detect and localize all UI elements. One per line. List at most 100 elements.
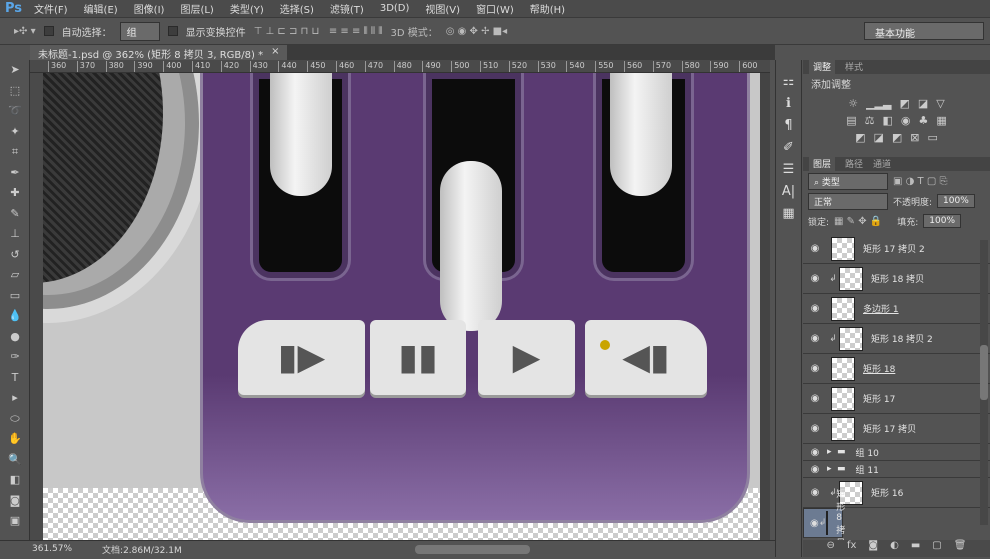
layer-row[interactable]: ◉ 矩形 17 [803,384,990,414]
screen-mode-icon[interactable]: ▣ [0,511,30,532]
history-brush-icon[interactable]: ↺ [0,245,30,266]
vertical-scrollbar[interactable] [760,73,770,540]
marquee-tool-icon[interactable]: ⬚ [0,81,30,102]
menu-file[interactable]: 文件(F) [34,1,68,16]
visibility-eye-icon[interactable]: ◉ [803,447,827,458]
shape-tool-icon[interactable]: ⬭ [0,409,30,430]
menu-filter[interactable]: 滤镜(T) [330,1,364,16]
layer-row[interactable]: ◉ 矩形 18 [803,354,990,384]
horizontal-scrollbar[interactable] [415,545,530,554]
stamp-tool-icon[interactable]: ⊥ [0,224,30,245]
visibility-eye-icon[interactable]: ◉ [803,487,827,498]
adjustment-icons-row[interactable]: ◩ ◪ ◩ ⊠ ▭ [803,131,990,144]
magic-wand-icon[interactable]: ✦ [0,122,30,143]
visibility-eye-icon[interactable]: ◉ [803,393,827,404]
layers-scrollbar-thumb[interactable] [980,345,988,400]
adjustment-layer-icon[interactable]: ◐ [890,540,899,557]
adjustment-icons-row[interactable]: ☼ ▁▂▃ ◩ ◪ ▽ [803,97,990,110]
menu-type[interactable]: 类型(Y) [230,1,264,16]
menu-image[interactable]: 图像(I) [134,1,165,16]
tab-layers[interactable]: 图层 [809,157,836,171]
menu-help[interactable]: 帮助(H) [530,1,565,16]
expand-arrow-icon[interactable]: ▸ [827,464,837,474]
visibility-eye-icon[interactable]: ◉ [803,464,827,475]
eyedropper-icon[interactable]: ✒ [0,163,30,184]
fill-input[interactable]: 100% [923,214,962,228]
layer-row[interactable]: ◉ ↲ 矩形 18 拷贝 [803,264,990,294]
fx-icon[interactable]: fx [847,540,856,557]
visibility-eye-icon[interactable]: ◉ [803,243,827,254]
link-layers-icon[interactable]: ⊖ [827,540,835,557]
layer-row[interactable]: ◉ ↲ 矩形 16 [803,478,990,508]
color-swatches-icon[interactable]: ◧ [0,470,30,491]
align-icons[interactable]: ⊤ ⊥ ⊏ ⊐ ⊓ ⊔ ≡ ≡ ≡ ⫴ ⫴ ⫴ [254,26,383,37]
tool-presets-icon[interactable]: ☰ [776,162,801,184]
zoom-tool-icon[interactable]: 🔍 [0,450,30,471]
move-tool-icon[interactable]: ➤ [0,60,30,81]
filter-icons[interactable]: ▣ ◑ T ▢ ⎘ [893,176,947,187]
document-tab[interactable]: 未标题-1.psd @ 362% (矩形 8 拷贝 3, RGB/8) * × [30,45,288,61]
visibility-eye-icon[interactable]: ◉ [803,363,827,374]
layer-row[interactable]: ◉ ↲ 矩形 18 拷贝 2 [803,324,990,354]
lock-icons[interactable]: ▦ ✎ ✥ 🔒 [834,216,882,227]
visibility-eye-icon[interactable]: ◉ [803,333,827,344]
menu-layer[interactable]: 图层(L) [180,1,213,16]
layer-row[interactable]: ◉ 多边形 1 [803,294,990,324]
layer-row[interactable]: ◉↲矩形 8 拷贝 3 [803,490,845,559]
healing-brush-icon[interactable]: ✚ [0,183,30,204]
dodge-tool-icon[interactable]: ● [0,327,30,348]
adjustment-icons-row[interactable]: ▤ ⚖ ◧ ◉ ♣ ▦ [803,114,990,127]
layer-group-row[interactable]: ◉ ▸ ▬ 组 11 [803,461,990,478]
visibility-eye-icon[interactable]: ◉ [803,303,827,314]
visibility-eye-icon[interactable]: ◉ [803,273,827,284]
visibility-eye-icon[interactable]: ◉ [803,423,827,434]
character-icon[interactable]: A| [776,184,801,206]
menu-select[interactable]: 选择(S) [280,1,314,16]
menu-view[interactable]: 视图(V) [425,1,460,16]
auto-select-checkbox[interactable] [43,26,54,36]
expand-arrow-icon[interactable]: ▸ [827,447,837,457]
zoom-level[interactable]: 361.57% [32,544,72,554]
tab-channels[interactable]: 通道 [873,157,891,171]
gradient-tool-icon[interactable]: ▭ [0,286,30,307]
layer-filter-dropdown[interactable]: ⌕ 类型 [808,172,888,190]
visibility-eye-icon[interactable]: ◉ [810,518,819,529]
path-select-icon[interactable]: ▸ [0,388,30,409]
brush-tool-icon[interactable]: ✎ [0,204,30,225]
layer-row[interactable]: ◉ 矩形 17 拷贝 2 [803,234,990,264]
hand-tool-icon[interactable]: ✋ [0,429,30,450]
delete-layer-icon[interactable]: 🗑 [954,540,967,557]
tab-styles[interactable]: 样式 [845,60,863,74]
3d-mode-icons[interactable]: ◎ ◉ ✥ ✢ ■◂ [446,26,507,37]
show-transform-checkbox[interactable] [167,26,178,36]
new-group-icon[interactable]: ▬ [911,540,920,557]
lasso-tool-icon[interactable]: ➰ [0,101,30,122]
layer-group-row[interactable]: ◉ ▸ ▬ 组 10 [803,444,990,461]
crop-tool-icon[interactable]: ⌗ [0,142,30,163]
opacity-input[interactable]: 100% [937,194,975,208]
workspace-dropdown[interactable]: 基本功能 [864,22,984,40]
menu-window[interactable]: 窗口(W) [476,1,514,16]
info-icon[interactable]: ℹ [776,96,801,118]
blend-mode-dropdown[interactable]: 正常 [808,192,888,210]
styles-icon[interactable]: ▦ [776,206,801,228]
quick-mask-icon[interactable]: ◙ [0,491,30,512]
tab-adjustments[interactable]: 调整 [809,60,836,74]
tab-paths[interactable]: 路径 [845,157,863,171]
new-layer-icon[interactable]: ▢ [932,540,941,557]
layer-row[interactable]: ◉ 矩形 17 拷贝 [803,414,990,444]
close-tab-icon[interactable]: × [271,46,279,59]
blur-tool-icon[interactable]: 💧 [0,306,30,327]
move-tool-icon[interactable]: ▸✣ ▾ [14,26,36,37]
type-tool-icon[interactable]: T [0,368,30,389]
paragraph-icon[interactable]: ¶ [776,118,801,140]
menu-3d[interactable]: 3D(D) [380,3,410,14]
auto-select-dropdown[interactable]: 组 [119,21,160,41]
pen-tool-icon[interactable]: ✑ [0,347,30,368]
add-mask-icon[interactable]: ◙ [868,540,878,557]
menu-edit[interactable]: 编辑(E) [84,1,118,16]
history-icon[interactable]: ⚏ [776,74,801,96]
brush-presets-icon[interactable]: ✐ [776,140,801,162]
eraser-tool-icon[interactable]: ▱ [0,265,30,286]
document-canvas[interactable]: ▮▶ ▮▮ ▶ ◀▮ [43,73,760,540]
